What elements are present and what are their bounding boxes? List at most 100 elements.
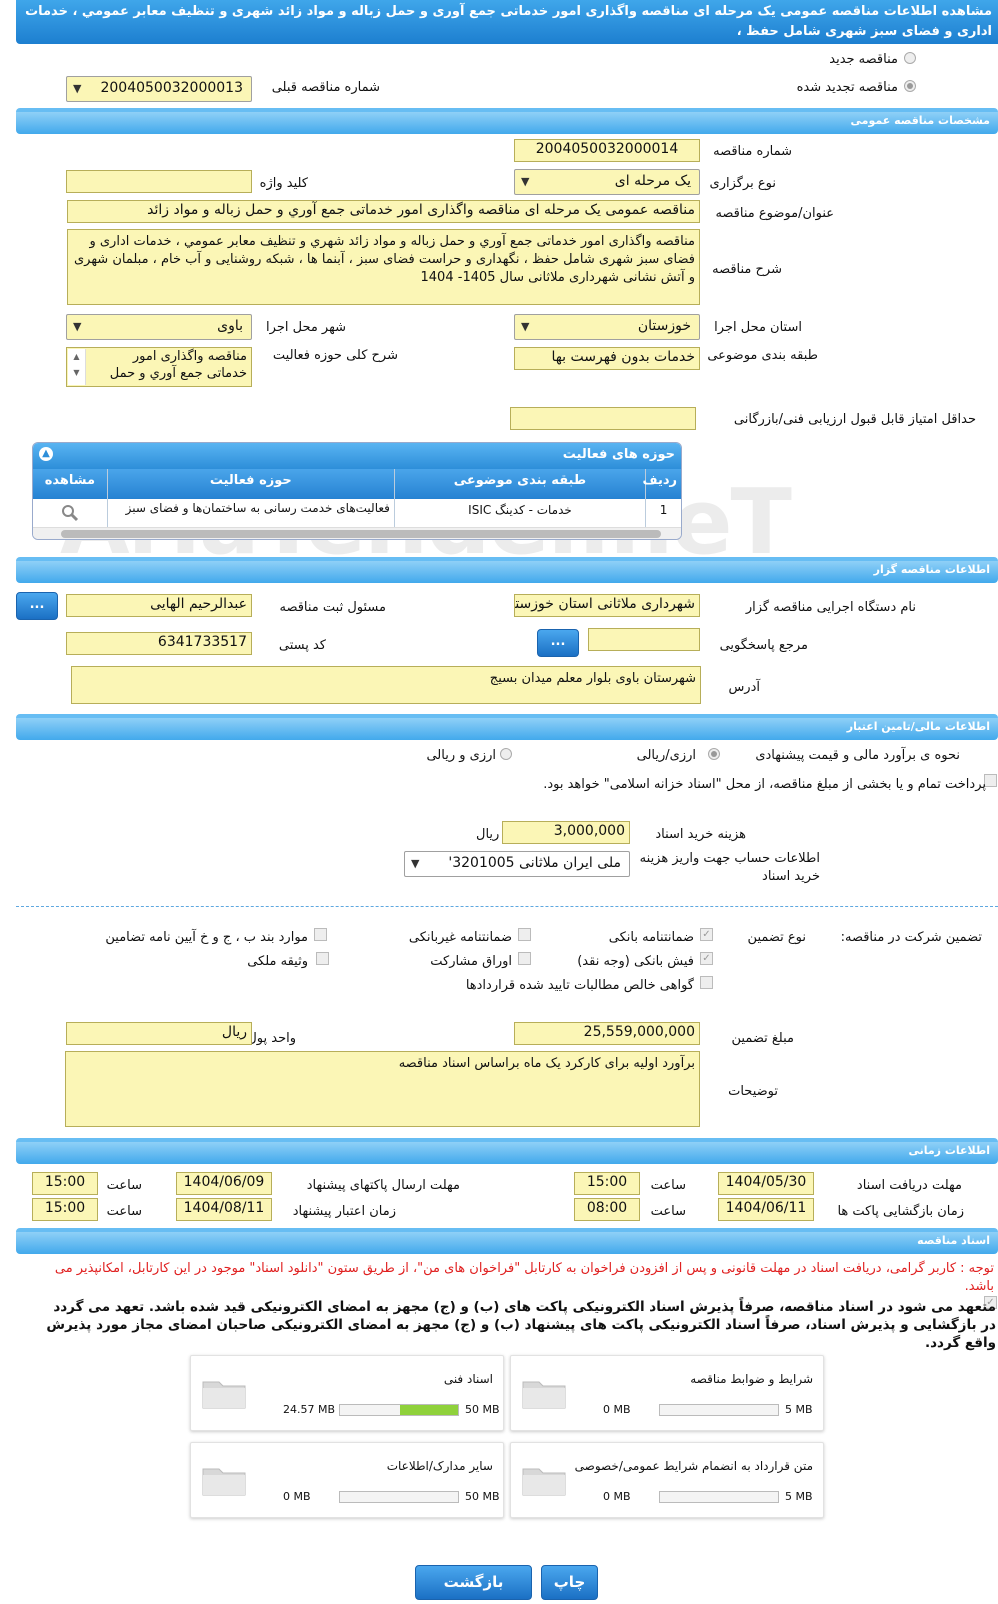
guarantee-type-label: نوع تضمین xyxy=(747,930,806,945)
bank-guarantee-checkbox[interactable]: ✓ xyxy=(700,928,713,941)
section-finance: اطلاعات مالی/تامین اعتبار xyxy=(16,714,998,740)
postal-field[interactable]: 6341733517 xyxy=(66,632,252,655)
table-scrollbar[interactable] xyxy=(33,527,681,539)
valid-time-label: ساعت xyxy=(106,1204,142,1219)
page-title: مشاهده اطلاعات مناقصه عمومی یک مرحله ای … xyxy=(16,0,998,44)
doc-box-contract[interactable]: متن قرارداد به انضمام شرایط عمومی/خصوصی … xyxy=(510,1442,824,1518)
ref-field[interactable] xyxy=(588,628,700,651)
amount-label: مبلغ تضمین xyxy=(731,1031,794,1046)
scrollbar-thumb[interactable] xyxy=(61,530,661,538)
keyword-label: کلید واژه xyxy=(259,176,308,191)
amount-field[interactable]: 25,559,000,000 xyxy=(514,1022,700,1045)
type-select[interactable]: ▼ یک مرحله ای xyxy=(514,169,700,195)
progress-fill xyxy=(400,1405,458,1415)
valid-label: زمان اعتبار پیشنهاد xyxy=(292,1204,396,1219)
currency-label: واحد پول xyxy=(247,1031,296,1046)
estimate-opt1-label: ارزی/ریالی xyxy=(636,748,696,763)
valid-time-field[interactable]: 15:00 xyxy=(32,1198,98,1221)
province-select[interactable]: ▼ خوزستان xyxy=(514,314,700,340)
doc-box-title: شرایط و ضوابط مناقصه xyxy=(690,1372,813,1386)
resp-lookup-button[interactable]: ... xyxy=(16,592,58,620)
desc-textarea[interactable]: مناقصه واگذاری امور خدماتی جمع آوري و حم… xyxy=(67,229,700,305)
doc-box-terms[interactable]: شرایط و ضوابط مناقصه 0 MB 5 MB xyxy=(510,1355,824,1431)
collapse-icon[interactable]: ▲ xyxy=(39,447,53,461)
folder-icon xyxy=(522,1381,566,1409)
property-label: وثیقه ملکی xyxy=(247,954,308,969)
estimate-opt1-radio[interactable] xyxy=(708,748,720,760)
doc-time-field[interactable]: 15:00 xyxy=(574,1172,640,1195)
type-value: یک مرحله ای xyxy=(614,173,691,189)
nonbank-guarantee-checkbox[interactable] xyxy=(518,928,531,941)
org-label: نام دستگاه اجرایی مناقصه گزار xyxy=(745,600,916,615)
subject-field[interactable]: مناقصه عمومی یک مرحله ای مناقصه واگذاری … xyxy=(67,200,700,223)
tender-number-label: شماره مناقصه xyxy=(713,144,792,159)
doc-box-used: 0 MB xyxy=(603,1490,631,1503)
submit-deadline-field[interactable]: 1404/06/09 xyxy=(176,1172,272,1195)
col-area: حوزه فعالیت xyxy=(106,469,394,499)
notes-textarea[interactable]: برآورد اولیه برای کارکرد یک ماه براساس ا… xyxy=(65,1051,700,1127)
city-select[interactable]: ▼ باوی xyxy=(66,314,252,340)
col-view: مشاهده xyxy=(44,473,96,488)
doc-box-progress xyxy=(659,1491,779,1503)
type-label: نوع برگزاری xyxy=(709,176,776,191)
prev-number-label: شماره مناقصه قبلی xyxy=(271,80,380,95)
doc-cost-unit: ریال xyxy=(476,827,500,842)
org-field[interactable]: شهرداری ملاثانی استان خوزستان xyxy=(514,594,700,617)
activity-title-text: حوزه های فعالیت xyxy=(562,447,675,462)
min-score-label: حداقل امتیاز قابل قبول ارزیابی فنی/بازرگ… xyxy=(733,412,976,427)
receivables-checkbox[interactable] xyxy=(700,976,713,989)
doc-box-technical[interactable]: اسناد فنی 24.57 MB 50 MB xyxy=(190,1355,504,1431)
desc-label: شرح مناقصه xyxy=(712,262,782,277)
clause-items-checkbox[interactable] xyxy=(314,928,327,941)
print-button[interactable]: چاپ xyxy=(541,1565,598,1600)
property-checkbox[interactable] xyxy=(316,952,329,965)
doc-deadline-field[interactable]: 1404/05/30 xyxy=(718,1172,814,1195)
bonds-checkbox[interactable] xyxy=(518,952,531,965)
col-category: طبقه بندی موضوعی xyxy=(393,469,645,499)
new-tender-radio[interactable] xyxy=(904,52,916,64)
renewed-tender-radio[interactable] xyxy=(904,80,916,92)
doc-box-max: 5 MB xyxy=(785,1403,813,1416)
subject-label: عنوان/موضوع مناقصه xyxy=(715,206,834,221)
doc-box-title: اسناد فنی xyxy=(443,1372,493,1386)
keyword-field[interactable] xyxy=(66,170,252,193)
notes-label: توضیحات xyxy=(728,1084,778,1099)
min-score-field[interactable] xyxy=(510,407,696,430)
chevron-down-icon: ▼ xyxy=(73,82,82,95)
cash-receipt-checkbox[interactable]: ✓ xyxy=(700,952,713,965)
submit-time-field[interactable]: 15:00 xyxy=(32,1172,98,1195)
account-value: ملی ایران ملاثانی 3201005' xyxy=(448,855,621,871)
activity-table-title: حوزه های فعالیت ▲ xyxy=(33,443,681,469)
currency-field[interactable]: ریال xyxy=(66,1022,252,1045)
guarantee-label: تضمین شرکت در مناقصه: xyxy=(840,930,982,945)
account-label: اطلاعات حساب جهت واریز هزینه خرید اسناد xyxy=(639,851,820,884)
doc-time-label: ساعت xyxy=(650,1178,686,1193)
address-textarea[interactable]: شهرستان باوی بلوار معلم میدان بسیج xyxy=(71,666,701,704)
estimate-opt2-radio[interactable] xyxy=(500,748,512,760)
resp-field[interactable]: عبدالرحیم الهایی xyxy=(66,594,252,617)
activity-table: حوزه های فعالیت ▲ ردیف طبقه بندی موضوعی ح… xyxy=(32,442,682,540)
open-time-field[interactable]: 08:00 xyxy=(574,1198,640,1221)
doc-box-used: 0 MB xyxy=(603,1403,631,1416)
doc-box-other[interactable]: سایر مدارک/اطلاعات 0 MB 50 MB xyxy=(190,1442,504,1518)
account-select[interactable]: ▼ ملی ایران ملاثانی 3201005' xyxy=(404,851,630,877)
doc-cost-field[interactable]: 3,000,000 xyxy=(502,821,630,844)
tender-number-field[interactable]: 2004050032000014 xyxy=(514,139,700,162)
folder-icon xyxy=(202,1468,246,1496)
category-field[interactable]: خدمات بدون فهرست بها xyxy=(514,347,700,370)
ref-lookup-button[interactable]: ... xyxy=(537,629,579,657)
activity-header-row: ردیف طبقه بندی موضوعی حوزه فعالیت مشاهده xyxy=(33,469,681,499)
back-button[interactable]: بازگشت xyxy=(415,1565,532,1600)
resp-label: مسئول ثبت مناقصه xyxy=(279,600,386,615)
open-time-label: ساعت xyxy=(650,1204,686,1219)
prev-number-select[interactable]: ▼ 2004050032000013 xyxy=(66,76,252,102)
valid-field[interactable]: 1404/08/11 xyxy=(176,1198,272,1221)
open-field[interactable]: 1404/06/11 xyxy=(718,1198,814,1221)
postal-label: کد پستی xyxy=(278,638,326,653)
treasury-text: پرداخت تمام و یا بخشی از مبلغ مناقصه، از… xyxy=(543,777,986,792)
scope-textarea[interactable]: مناقصه واگذاری امور خدماتی جمع آوري و حم… xyxy=(66,347,252,387)
city-label: شهر محل اجرا xyxy=(266,320,346,335)
province-value: خوزستان xyxy=(637,318,691,334)
scope-scrollbar[interactable]: ▲ ▼ xyxy=(68,349,86,385)
doc-box-progress xyxy=(659,1404,779,1416)
